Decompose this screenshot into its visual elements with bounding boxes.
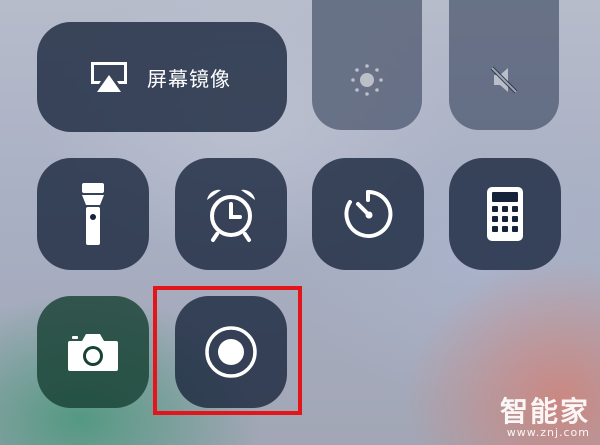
camera-button[interactable]	[37, 296, 149, 408]
flashlight-icon	[78, 181, 108, 247]
calculator-icon	[485, 185, 525, 243]
alarm-clock-icon	[201, 184, 261, 244]
timer-icon	[340, 186, 396, 242]
volume-slider[interactable]	[449, 0, 559, 130]
screen-recording-highlight-box	[153, 286, 302, 415]
flashlight-button[interactable]	[37, 158, 149, 270]
watermark-url: www.znj.com	[506, 426, 590, 439]
camera-icon	[66, 331, 120, 373]
speaker-muted-icon	[486, 62, 522, 98]
alarm-button[interactable]	[175, 158, 287, 270]
brightness-slider[interactable]	[312, 0, 422, 130]
calculator-button[interactable]	[449, 158, 561, 270]
sun-icon	[349, 62, 385, 98]
watermark: 智能家 www.znj.com	[500, 397, 590, 439]
watermark-title: 智能家	[499, 395, 590, 428]
screen-mirroring-label: 屏幕镜像	[147, 66, 231, 91]
airplay-icon	[87, 58, 131, 96]
screen-mirroring-button[interactable]: 屏幕镜像	[37, 22, 287, 132]
timer-button[interactable]	[312, 158, 424, 270]
